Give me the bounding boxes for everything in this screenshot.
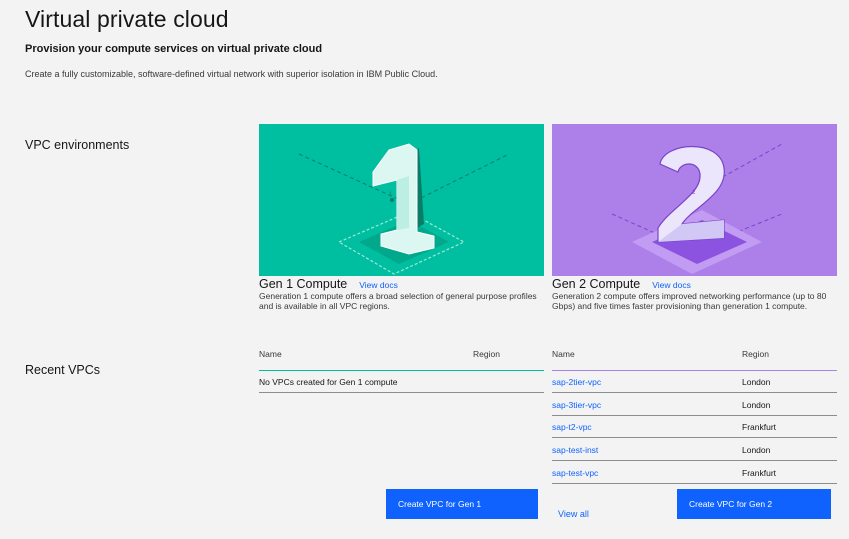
vpc-link[interactable]: sap-3tier-vpc (552, 400, 601, 410)
page-subtitle: Provision your compute services on virtu… (25, 43, 323, 55)
view-all-link[interactable]: View all (558, 509, 589, 519)
gen2-col-region: Region (742, 349, 769, 359)
gen2-header-divider (552, 370, 837, 371)
vpc-region: London (742, 400, 771, 410)
gen2-col-name: Name (552, 349, 575, 359)
gen2-illustration: 2 (552, 124, 837, 276)
vpc-link[interactable]: sap-t2-vpc (552, 422, 592, 432)
vpc-region: London (742, 377, 771, 387)
vpc-link[interactable]: sap-2tier-vpc (552, 377, 601, 387)
gen1-numeral: 1 (389, 192, 393, 198)
page-title: Virtual private cloud (25, 6, 229, 32)
gen1-illustration: 1 (259, 124, 544, 276)
gen1-card-title: Gen 1 Compute View docs (259, 277, 398, 291)
vpc-link[interactable]: sap-test-inst (552, 445, 598, 455)
vpc-region: Frankfurt (742, 468, 777, 478)
vpc-link[interactable]: sap-test-vpc (552, 468, 598, 478)
vpc-region: Frankfurt (742, 422, 777, 432)
gen1-row-divider (259, 392, 544, 393)
section-recent-vpcs: Recent VPCs (25, 363, 101, 377)
gen2-view-docs-link[interactable]: View docs (652, 280, 691, 290)
page-description: Create a fully customizable, software-de… (25, 69, 438, 79)
gen2-title: Gen 2 Compute (552, 277, 641, 291)
gen2-card-title: Gen 2 Compute View docs (552, 277, 691, 291)
table-row-divider (552, 415, 837, 416)
table-row-divider (552, 460, 837, 461)
vpc-region: London (742, 445, 771, 455)
table-row-divider (552, 392, 837, 393)
gen1-col-region: Region (473, 349, 500, 359)
gen1-view-docs-link[interactable]: View docs (359, 280, 398, 290)
gen1-empty-message: No VPCs created for Gen 1 compute (259, 377, 398, 387)
gen1-header-divider (259, 370, 544, 371)
section-vpc-environments: VPC environments (25, 138, 130, 152)
gen2-description: Generation 2 compute offers improved net… (552, 291, 827, 311)
gen1-description: Generation 1 compute offers a broad sele… (259, 291, 537, 311)
gen1-col-name: Name (259, 349, 282, 359)
table-row-divider (552, 483, 837, 484)
create-vpc-gen1-button[interactable]: Create VPC for Gen 1 (386, 489, 538, 519)
gen1-title: Gen 1 Compute (259, 277, 348, 291)
create-vpc-gen2-button[interactable]: Create VPC for Gen 2 (677, 489, 831, 519)
table-row-divider (552, 437, 837, 438)
